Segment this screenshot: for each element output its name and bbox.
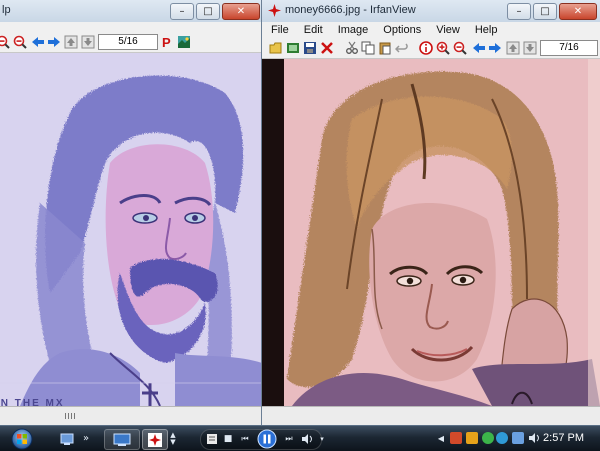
cut-icon[interactable]: [345, 41, 359, 55]
right-status-bar: [262, 406, 600, 425]
computer-icon: [113, 433, 131, 446]
media-dropdown-icon[interactable]: ▾: [317, 429, 327, 448]
taskbar-clock[interactable]: 2:57 PM: [543, 432, 584, 444]
quicklaunch-chevron[interactable]: »: [80, 429, 92, 448]
speaker-icon[interactable]: [528, 432, 540, 444]
tray-expand-icon[interactable]: ◀: [436, 429, 446, 448]
left-image-canvas[interactable]: IN THE MX: [0, 53, 262, 406]
left-toolbar: 5/16 P: [0, 32, 262, 53]
left-window-title: lp: [2, 4, 11, 16]
info-icon[interactable]: [419, 41, 433, 55]
play-pause-button[interactable]: [256, 429, 278, 448]
show-desktop-icon[interactable]: [58, 429, 76, 448]
first-page-icon-right[interactable]: [506, 41, 520, 55]
last-page-icon-right[interactable]: [523, 41, 537, 55]
volume-icon[interactable]: [300, 429, 314, 448]
media-player-icon[interactable]: [206, 429, 218, 448]
network-icon[interactable]: [512, 432, 524, 444]
zoom-in-icon[interactable]: [436, 41, 450, 55]
left-status-bar: [0, 406, 262, 425]
previous-arrow-icon[interactable]: [31, 35, 45, 49]
zoom-out-icon-right[interactable]: [453, 41, 467, 55]
taskbar-item-explorer[interactable]: [104, 429, 140, 450]
left-maximize-button[interactable]: □: [196, 3, 220, 20]
right-irfanview-window[interactable]: money6666.jpg - IrfanView – □ ✕ File Edi…: [262, 0, 600, 425]
zoom-minus-icon[interactable]: [13, 35, 27, 49]
right-toolbar: 7/16: [262, 38, 600, 59]
right-menu-bar: File Edit Image Options View Help: [262, 22, 600, 38]
tray-app-icon-orange[interactable]: [466, 432, 478, 444]
start-button[interactable]: [5, 428, 39, 449]
undo-icon[interactable]: [395, 41, 409, 55]
menu-file[interactable]: File: [271, 24, 289, 36]
slideshow-icon[interactable]: [286, 41, 300, 55]
save-icon[interactable]: [303, 41, 317, 55]
windows-logo-icon: [11, 428, 33, 449]
zoom-out-icon[interactable]: [0, 35, 10, 49]
irfanview-taskbar-icon: [148, 432, 162, 447]
right-window-title: money6666.jpg - IrfanView: [285, 4, 416, 16]
paste-icon[interactable]: [378, 41, 392, 55]
right-page-indicator[interactable]: 7/16: [540, 40, 598, 56]
copy-icon[interactable]: [361, 41, 375, 55]
left-horizontal-scroll-grip[interactable]: [65, 413, 77, 419]
right-image-canvas[interactable]: [262, 59, 600, 406]
taskbar: » ▲ ▼ ■ ⏮ ⏭ ▾ ◀ 2:57 PM: [0, 425, 600, 451]
right-minimize-button[interactable]: –: [507, 3, 531, 20]
print-icon[interactable]: P: [160, 35, 174, 49]
drawing-caption-text: IN THE MX: [0, 398, 65, 406]
down-arrow-icon: ▼: [170, 437, 176, 446]
taskbar-group-arrows[interactable]: ▲ ▼: [168, 429, 178, 448]
open-folder-icon[interactable]: [269, 41, 283, 55]
menu-edit[interactable]: Edit: [304, 24, 323, 36]
right-caption-buttons: – □ ✕: [507, 3, 597, 20]
menu-view[interactable]: View: [436, 24, 460, 36]
left-caption-buttons: – □ ✕: [170, 3, 260, 20]
taskbar-item-irfanview[interactable]: [142, 429, 168, 450]
stop-icon[interactable]: ■: [222, 429, 234, 448]
left-page-indicator[interactable]: 5/16: [98, 34, 158, 50]
next-arrow-icon-right[interactable]: [488, 41, 502, 55]
irfanview-logo-icon: [268, 4, 281, 17]
menu-image[interactable]: Image: [338, 24, 369, 36]
next-track-icon[interactable]: ⏭: [282, 429, 296, 448]
tray-app-icon-red[interactable]: [450, 432, 462, 444]
right-title-bar[interactable]: money6666.jpg - IrfanView – □ ✕: [262, 0, 600, 23]
previous-track-icon[interactable]: ⏮: [238, 429, 252, 448]
previous-arrow-icon-right[interactable]: [472, 41, 486, 55]
tray-app-icon-blue[interactable]: [496, 432, 508, 444]
bearded-man-drawing: [0, 53, 262, 406]
left-title-bar[interactable]: lp – □ ✕: [0, 0, 262, 23]
left-close-button[interactable]: ✕: [222, 3, 260, 20]
right-maximize-button[interactable]: □: [533, 3, 557, 20]
scan-icon[interactable]: [177, 35, 191, 49]
svg-text:P: P: [162, 35, 171, 49]
long-haired-woman-drawing: [262, 59, 600, 406]
pause-icon: [257, 429, 277, 448]
menu-help[interactable]: Help: [475, 24, 498, 36]
delete-icon[interactable]: [320, 41, 334, 55]
tray-messenger-icon[interactable]: [482, 432, 494, 444]
last-page-icon[interactable]: [81, 35, 95, 49]
left-irfanview-window[interactable]: lp – □ ✕ 5/16 P IN THE MX: [0, 0, 262, 425]
right-close-button[interactable]: ✕: [559, 3, 597, 20]
menu-options[interactable]: Options: [383, 24, 421, 36]
left-minimize-button[interactable]: –: [170, 3, 194, 20]
first-page-icon[interactable]: [64, 35, 78, 49]
next-arrow-icon[interactable]: [47, 35, 61, 49]
